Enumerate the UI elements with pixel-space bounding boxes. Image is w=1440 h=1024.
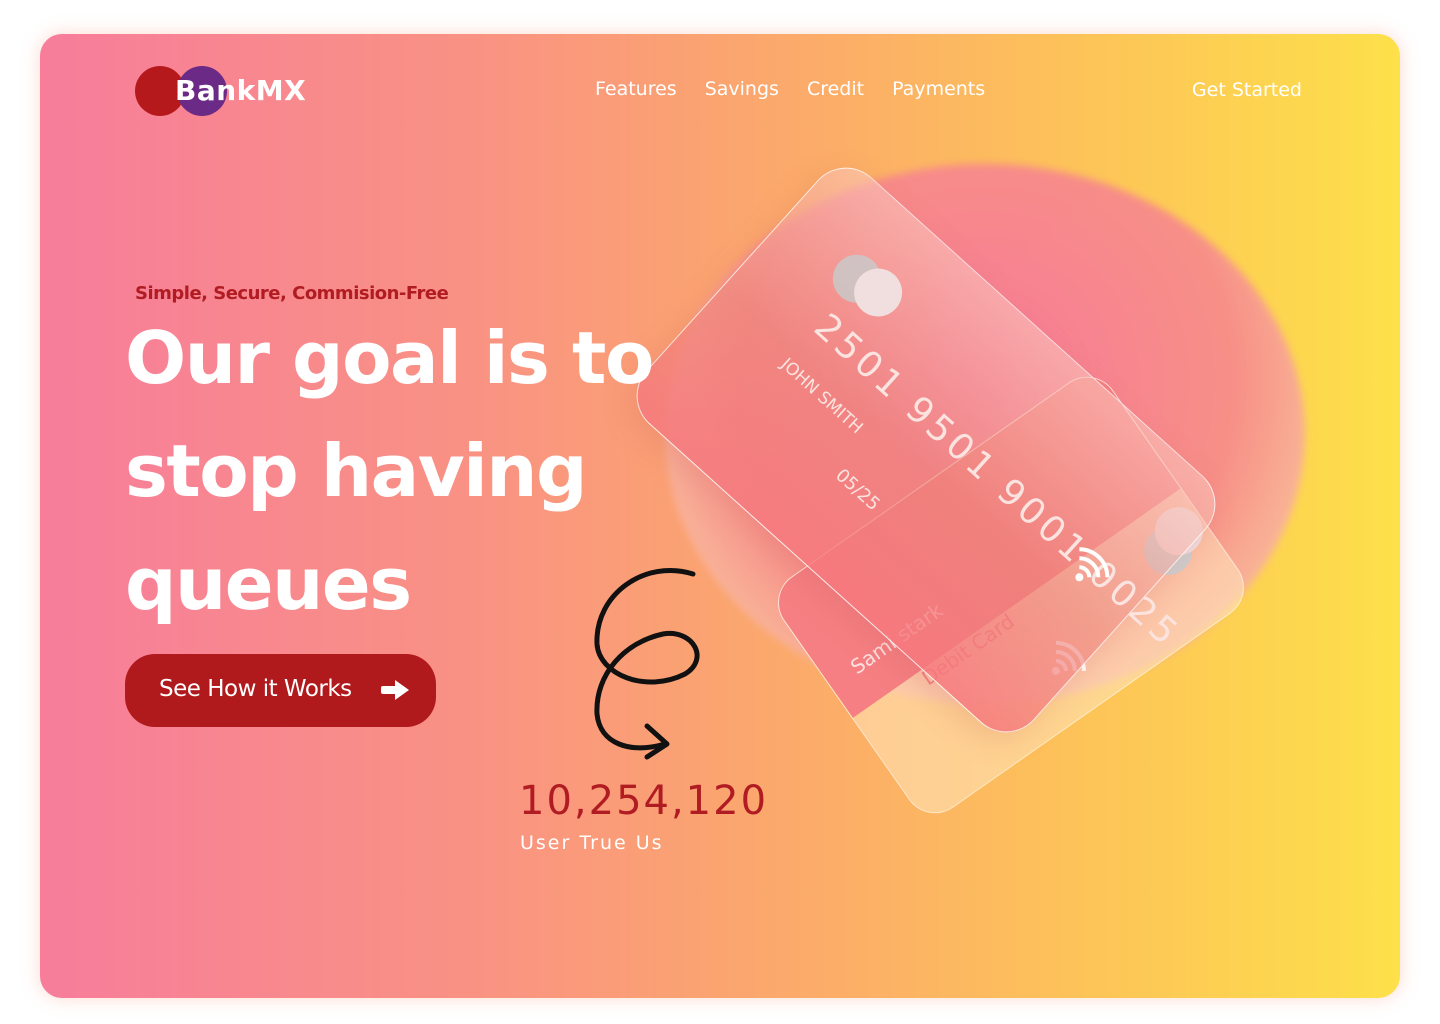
user-count-label: User True Us — [520, 832, 664, 854]
brand-logo[interactable]: BankMX — [135, 66, 335, 118]
hand-drawn-arrow-icon — [594, 568, 700, 760]
nav-item-savings[interactable]: Savings — [705, 78, 779, 100]
brand-name: BankMX — [175, 74, 307, 107]
nav-item-features[interactable]: Features — [595, 78, 677, 100]
contactless-icon — [1075, 547, 1110, 582]
headline-line: Our goal is to — [125, 316, 654, 400]
nav-item-credit[interactable]: Credit — [807, 78, 864, 100]
headline-line: stop having — [125, 429, 588, 513]
hero-tagline: Simple, Secure, Commision-Free — [135, 283, 449, 304]
card-expiry: 05/25 — [831, 464, 884, 516]
nav-item-payments[interactable]: Payments — [892, 78, 985, 100]
user-count: 10,254,120 — [519, 778, 769, 824]
button-label: See How it Works — [159, 676, 352, 702]
see-how-it-works-button[interactable]: See How it Works — [125, 654, 436, 727]
arrow-right-icon — [381, 680, 409, 700]
get-started-link[interactable]: Get Started — [1192, 79, 1302, 101]
main-nav: Features Savings Credit Payments — [595, 78, 985, 100]
hero-frame: Sami stark Debit Card 2501 9501 9001 002… — [40, 34, 1400, 998]
